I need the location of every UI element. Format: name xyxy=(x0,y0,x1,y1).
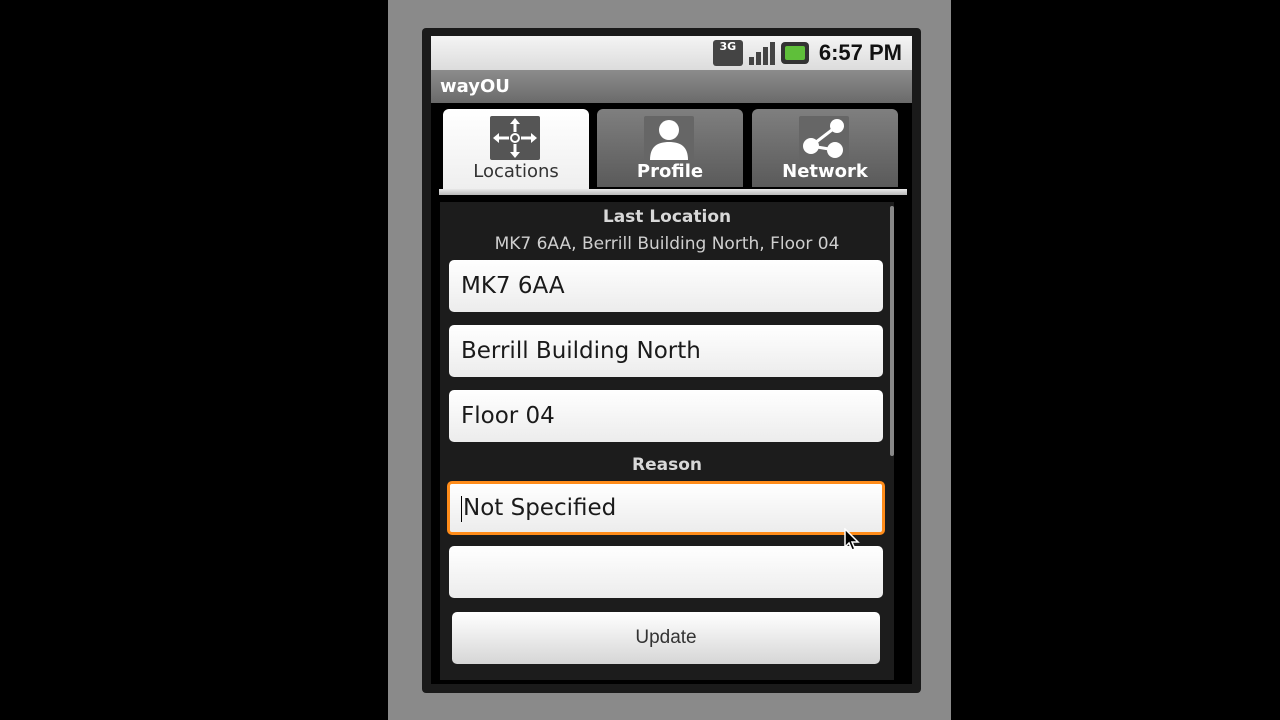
person-icon xyxy=(644,116,694,160)
update-button[interactable]: Update xyxy=(452,612,880,664)
tab-locations-label: Locations xyxy=(473,161,559,182)
locations-panel: Last Location MK7 6AA, Berrill Building … xyxy=(440,202,894,680)
arrows-crosshair-icon xyxy=(490,116,540,160)
reason-value: Not Specified xyxy=(463,495,617,521)
tab-network[interactable]: Network xyxy=(752,109,898,187)
signal-strength-icon xyxy=(748,41,775,65)
device-screen: 3G 6:57 PM wayOU Locations Profile Netwo… xyxy=(431,36,912,684)
network-nodes-icon xyxy=(799,116,849,160)
tab-profile[interactable]: Profile xyxy=(597,109,743,187)
reason-field[interactable]: Not Specified xyxy=(447,481,885,535)
last-location-heading: Last Location xyxy=(602,207,732,227)
floor-field[interactable]: Floor 04 xyxy=(449,390,883,442)
network-3g-icon: 3G xyxy=(712,40,743,66)
mouse-pointer-icon xyxy=(844,527,862,556)
building-field[interactable]: Berrill Building North xyxy=(449,325,883,377)
tab-locations[interactable]: Locations xyxy=(443,109,589,191)
network-badge-label: 3G xyxy=(719,40,737,53)
tab-profile-label: Profile xyxy=(636,161,704,182)
postcode-field[interactable]: MK7 6AA xyxy=(449,260,883,312)
app-title: wayOU xyxy=(431,70,912,103)
tab-underline xyxy=(439,189,907,195)
last-location-summary: MK7 6AA, Berrill Building North, Floor 0… xyxy=(494,234,840,254)
status-icons: 3G 6:57 PM xyxy=(712,39,902,67)
battery-charging-icon xyxy=(780,42,809,64)
status-bar: 3G 6:57 PM xyxy=(431,36,912,70)
status-clock: 6:57 PM xyxy=(818,40,902,65)
tab-network-label: Network xyxy=(782,161,868,182)
extra-field[interactable] xyxy=(449,546,883,598)
reason-heading: Reason xyxy=(632,455,702,475)
text-caret xyxy=(461,495,462,522)
tab-bar: Locations Profile Network xyxy=(439,109,907,195)
